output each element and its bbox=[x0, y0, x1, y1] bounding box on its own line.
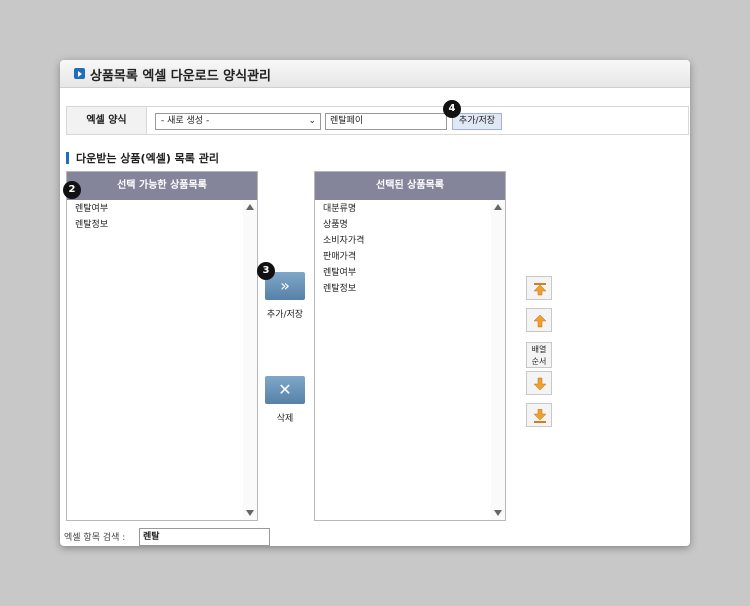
order-label: 배열 순서 bbox=[526, 342, 552, 368]
list-item[interactable]: 대분류명 bbox=[323, 201, 497, 217]
move-top-button[interactable] bbox=[526, 276, 552, 300]
available-list-header: 선택 가능한 상품목록 bbox=[67, 172, 257, 200]
double-chevron-right-icon: » bbox=[280, 276, 290, 295]
form-row: 엑셀 양식 - 새로 생성 - ⌄ 렌탈페이 추가/저장 bbox=[66, 106, 689, 135]
list-item[interactable]: 상품명 bbox=[323, 217, 497, 233]
format-select-value: - 새로 생성 - bbox=[161, 116, 210, 126]
add-label: 추가/저장 bbox=[266, 310, 304, 320]
list-item[interactable]: 렌탈정보 bbox=[75, 217, 249, 233]
list-item[interactable]: 렌탈정보 bbox=[323, 281, 497, 297]
scrollbar[interactable] bbox=[491, 200, 505, 520]
format-select[interactable]: - 새로 생성 - ⌄ bbox=[155, 113, 321, 130]
step-badge-2: 2 bbox=[63, 181, 81, 199]
list-item[interactable]: 판매가격 bbox=[323, 249, 497, 265]
search-label: 엑셀 항목 검색 : bbox=[64, 533, 126, 543]
format-name-input[interactable]: 렌탈페이 bbox=[325, 113, 447, 130]
arrow-bottom-icon bbox=[533, 409, 547, 423]
scroll-up-icon[interactable] bbox=[494, 204, 502, 210]
list-item[interactable]: 렌탈여부 bbox=[323, 265, 497, 281]
scroll-down-icon[interactable] bbox=[246, 510, 254, 516]
title-arrow-icon bbox=[74, 68, 85, 79]
selected-list-body[interactable]: 대분류명 상품명 소비자가격 판매가격 렌탈여부 렌탈정보 bbox=[315, 200, 505, 520]
scrollbar[interactable] bbox=[243, 200, 257, 520]
order-label-line1: 배열 bbox=[531, 345, 547, 354]
save-button[interactable]: 추가/저장 bbox=[452, 113, 502, 130]
section-title: 다운받는 상품(엑셀) 목록 관리 bbox=[76, 152, 219, 165]
close-icon: ✕ bbox=[278, 380, 292, 399]
list-item[interactable]: 소비자가격 bbox=[323, 233, 497, 249]
format-label: 엑셀 양식 bbox=[67, 107, 147, 134]
scroll-down-icon[interactable] bbox=[494, 510, 502, 516]
delete-label: 삭제 bbox=[276, 414, 294, 424]
move-down-button[interactable] bbox=[526, 371, 552, 395]
main-panel: 상품목록 엑셀 다운로드 양식관리 엑셀 양식 - 새로 생성 - ⌄ 렌탈페이… bbox=[60, 60, 690, 546]
arrow-down-icon bbox=[533, 377, 547, 391]
section-bar bbox=[66, 152, 69, 164]
move-up-button[interactable] bbox=[526, 308, 552, 332]
list-item[interactable]: 렌탈여부 bbox=[75, 201, 249, 217]
step-badge-3: 3 bbox=[257, 262, 275, 280]
delete-button[interactable]: ✕ bbox=[265, 376, 305, 404]
available-list[interactable]: 선택 가능한 상품목록 렌탈여부 렌탈정보 bbox=[66, 171, 258, 521]
chevron-down-icon: ⌄ bbox=[308, 116, 316, 126]
page-title: 상품목록 엑셀 다운로드 양식관리 bbox=[90, 69, 272, 84]
search-input[interactable]: 렌탈 bbox=[139, 528, 270, 546]
move-bottom-button[interactable] bbox=[526, 403, 552, 427]
scroll-up-icon[interactable] bbox=[246, 204, 254, 210]
selected-list-header: 선택된 상품목록 bbox=[315, 172, 505, 200]
step-badge-4: 4 bbox=[443, 100, 461, 118]
order-label-line2: 순서 bbox=[531, 357, 547, 366]
arrow-top-icon bbox=[533, 283, 547, 296]
available-list-body[interactable]: 렌탈여부 렌탈정보 bbox=[67, 200, 257, 520]
window-frame: 상품목록 엑셀 다운로드 양식관리 엑셀 양식 - 새로 생성 - ⌄ 렌탈페이… bbox=[0, 0, 750, 606]
selected-list[interactable]: 선택된 상품목록 대분류명 상품명 소비자가격 판매가격 렌탈여부 렌탈정보 bbox=[314, 171, 506, 521]
titlebar: 상품목록 엑셀 다운로드 양식관리 bbox=[60, 60, 690, 88]
arrow-up-icon bbox=[533, 314, 547, 328]
